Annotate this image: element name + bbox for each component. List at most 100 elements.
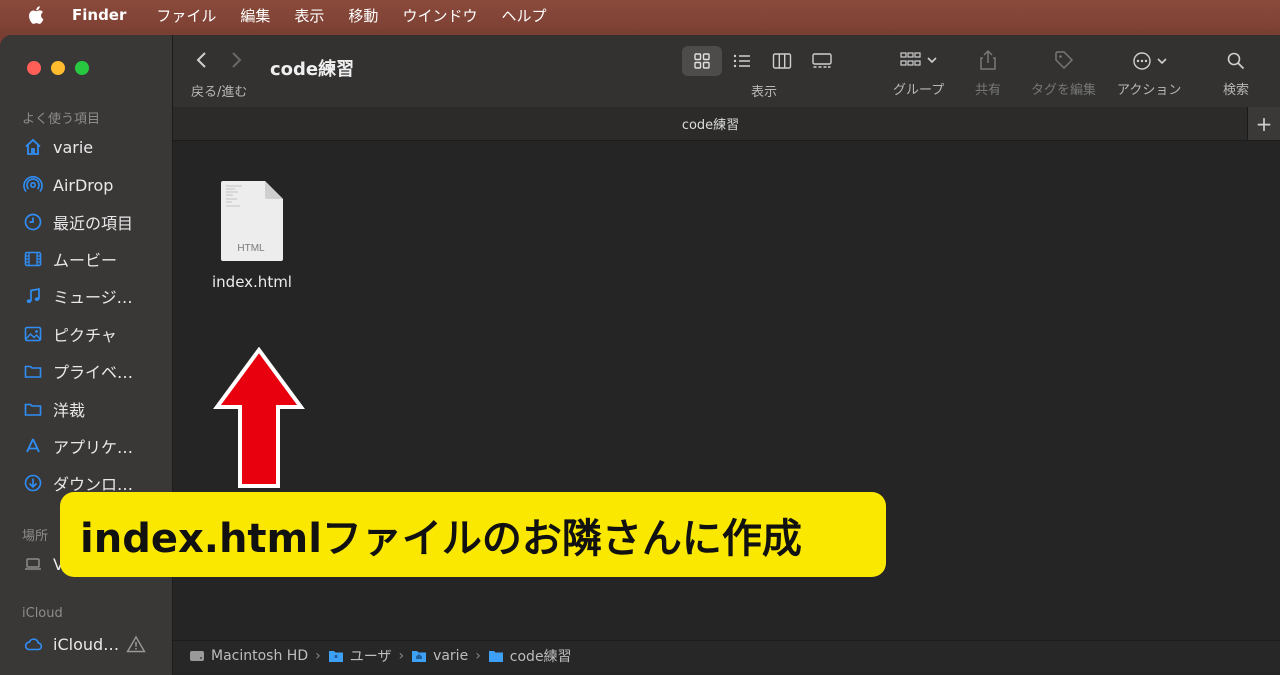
share-button[interactable]: 共有 bbox=[975, 49, 1001, 98]
menu-file[interactable]: ファイル bbox=[156, 5, 216, 26]
tab-bar: code練習 + bbox=[173, 107, 1280, 141]
sidebar-item-movies[interactable]: ムービー bbox=[22, 245, 117, 273]
photo-icon bbox=[22, 323, 44, 345]
close-window-button[interactable] bbox=[27, 61, 41, 75]
red-arrow-annotation bbox=[213, 347, 305, 488]
window-controls bbox=[27, 61, 89, 75]
sidebar-item-pictures[interactable]: ピクチャ bbox=[22, 320, 117, 348]
home-icon bbox=[22, 136, 44, 158]
chevron-down-icon bbox=[927, 57, 937, 64]
menu-finder[interactable]: Finder bbox=[72, 6, 126, 24]
sidebar-item-airdrop[interactable]: AirDrop bbox=[22, 171, 113, 199]
html-document-icon: HTML bbox=[221, 181, 283, 261]
chevron-right-icon[interactable] bbox=[229, 51, 243, 69]
list-icon bbox=[733, 54, 750, 68]
sidebar-item-label: iCloud… bbox=[53, 634, 120, 654]
menu-edit[interactable]: 編集 bbox=[240, 5, 270, 26]
path-separator-chevron-icon: › bbox=[398, 648, 405, 664]
film-icon bbox=[22, 248, 44, 270]
columns-icon bbox=[772, 53, 792, 69]
tag-icon bbox=[1054, 51, 1073, 70]
menu-window[interactable]: ウインドウ bbox=[402, 5, 477, 26]
sidebar: よく使う項目 varie AirDrop 最近の項目 ムービー ミュージ… ピク… bbox=[0, 35, 173, 675]
back-forward-label: 戻る/進む bbox=[191, 85, 248, 100]
chevron-down-icon bbox=[1157, 58, 1167, 65]
path-separator-chevron-icon: › bbox=[475, 648, 481, 664]
apps-icon bbox=[22, 435, 44, 457]
sidebar-item-recents[interactable]: 最近の項目 bbox=[22, 208, 133, 236]
path-varie[interactable]: varie › bbox=[411, 648, 488, 664]
warning-icon[interactable] bbox=[126, 635, 146, 653]
sidebar-item-sewing[interactable]: 洋裁 bbox=[22, 395, 85, 423]
clock-icon bbox=[22, 211, 44, 233]
path-code-practice[interactable]: code練習 bbox=[488, 646, 572, 666]
share-label: 共有 bbox=[975, 83, 1002, 98]
zoom-window-button[interactable] bbox=[75, 61, 89, 75]
apple-icon[interactable] bbox=[26, 4, 48, 26]
menu-help[interactable]: ヘルプ bbox=[501, 5, 546, 26]
chevron-left-icon[interactable] bbox=[195, 51, 209, 69]
menu-go[interactable]: 移動 bbox=[348, 5, 378, 26]
caption-banner: index.htmlファイルのお隣さんに作成 bbox=[60, 492, 886, 577]
ellipsis-circle-icon bbox=[1132, 52, 1151, 70]
users-folder-icon bbox=[328, 651, 343, 662]
window-title: code練習 bbox=[270, 59, 355, 80]
new-tab-button[interactable]: + bbox=[1247, 107, 1280, 140]
finder-window: よく使う項目 varie AirDrop 最近の項目 ムービー ミュージ… ピク… bbox=[0, 35, 1280, 675]
menu-view[interactable]: 表示 bbox=[294, 5, 324, 26]
sidebar-item-applications[interactable]: アプリケ… bbox=[22, 432, 133, 460]
search-icon bbox=[1227, 52, 1245, 70]
sidebar-section-favorites: よく使う項目 bbox=[22, 112, 101, 127]
sidebar-item-music[interactable]: ミュージ… bbox=[22, 282, 133, 310]
action-label: アクション bbox=[1117, 83, 1182, 98]
action-button[interactable]: アクション bbox=[1117, 51, 1181, 98]
tab-code-practice[interactable]: code練習 bbox=[173, 114, 1248, 133]
search-label: 検索 bbox=[1223, 83, 1250, 98]
music-icon bbox=[22, 285, 44, 307]
laptop-icon bbox=[22, 553, 44, 575]
minimize-window-button[interactable] bbox=[51, 61, 65, 75]
sidebar-item-location[interactable]: V bbox=[22, 550, 64, 578]
sidebar-item-label: ピクチャ bbox=[53, 326, 117, 345]
edit-tags-button[interactable]: タグを編集 bbox=[1031, 49, 1096, 98]
path-users[interactable]: ユーザ › bbox=[328, 646, 411, 666]
disk-icon bbox=[190, 651, 204, 661]
view-label: 表示 bbox=[751, 85, 778, 100]
download-icon bbox=[22, 472, 44, 494]
list-view-button[interactable] bbox=[722, 46, 762, 76]
sidebar-item-label: プライベ… bbox=[53, 363, 134, 382]
gallery-view-button[interactable] bbox=[802, 46, 842, 76]
path-label: ユーザ bbox=[349, 649, 392, 665]
column-view-button[interactable] bbox=[762, 46, 802, 76]
folder-icon bbox=[22, 398, 44, 420]
sidebar-item-label: アプリケ… bbox=[53, 438, 134, 457]
file-type-badge: HTML bbox=[237, 243, 265, 254]
sidebar-section-icloud: iCloud bbox=[22, 606, 63, 621]
path-label: code練習 bbox=[509, 649, 572, 665]
gallery-icon bbox=[812, 53, 832, 68]
home-folder-icon bbox=[412, 651, 427, 662]
file-item[interactable]: HTML index.html bbox=[207, 179, 297, 291]
icon-view-button[interactable] bbox=[682, 46, 722, 76]
menu-bar: Finder ファイル 編集 表示 移動 ウインドウ ヘルプ bbox=[0, 0, 1280, 30]
sidebar-item-label: AirDrop bbox=[53, 175, 114, 195]
sidebar-item-icloud-drive[interactable]: iCloud… bbox=[22, 630, 119, 658]
toolbar: 戻る/進む code練習 表示 グループ 共有 タグを編集 アクション 検索 bbox=[173, 35, 1280, 107]
sidebar-section-locations: 場所 bbox=[22, 529, 49, 544]
edit-tags-label: タグを編集 bbox=[1031, 83, 1097, 98]
folder-icon bbox=[22, 360, 44, 382]
folder-icon bbox=[488, 651, 503, 662]
airdrop-icon bbox=[22, 174, 44, 196]
sidebar-item-label: ミュージ… bbox=[53, 288, 133, 307]
path-macintosh-hd[interactable]: Macintosh HD › bbox=[189, 648, 328, 664]
sidebar-item-home[interactable]: varie bbox=[22, 133, 93, 161]
path-label: varie bbox=[433, 648, 469, 664]
sidebar-item-private[interactable]: プライベ… bbox=[22, 357, 133, 385]
group-label: グループ bbox=[893, 83, 945, 98]
search-button[interactable]: 検索 bbox=[1223, 51, 1249, 98]
group-button[interactable]: グループ bbox=[893, 51, 944, 98]
view-switcher bbox=[682, 46, 842, 76]
sidebar-item-label: varie bbox=[53, 137, 94, 157]
path-separator-chevron-icon: › bbox=[315, 648, 321, 664]
cloud-icon bbox=[22, 633, 44, 655]
